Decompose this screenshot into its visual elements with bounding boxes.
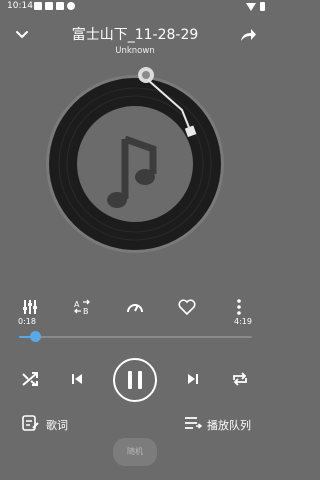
equalizer-icon[interactable] — [20, 298, 40, 316]
previous-icon[interactable] — [67, 370, 87, 388]
translate-icon[interactable]: A B — [72, 298, 92, 316]
system-icons — [246, 2, 265, 11]
lyrics-button-label[interactable]: 歌词 — [46, 417, 68, 433]
status-bar: 10:14 — [0, 0, 270, 14]
queue-icon[interactable] — [183, 414, 203, 432]
play-pause-button[interactable] — [113, 358, 157, 402]
more-vertical-icon[interactable] — [229, 298, 249, 316]
notification-icons — [34, 2, 75, 10]
app-icon — [45, 2, 53, 10]
chevron-down-icon[interactable] — [12, 26, 32, 44]
elapsed-time: 0:18 — [18, 317, 36, 326]
tonearm — [138, 67, 197, 138]
total-duration: 4:19 — [234, 317, 252, 326]
status-time: 10:14 — [7, 1, 33, 11]
seek-bar-track[interactable] — [19, 336, 252, 338]
pause-icon — [128, 371, 142, 389]
speed-icon[interactable] — [125, 298, 145, 316]
queue-button-label[interactable]: 播放队列 — [207, 417, 251, 433]
lyrics-icon[interactable] — [20, 414, 40, 432]
artist-name: Unknown — [115, 46, 155, 56]
cat-icon — [56, 2, 64, 10]
shuffle-icon[interactable] — [20, 370, 40, 388]
repeat-icon[interactable] — [230, 370, 250, 388]
seek-bar-thumb[interactable] — [29, 331, 41, 342]
favorite-heart-icon[interactable] — [177, 298, 197, 316]
song-title: 富士山下_11-28-29 — [71, 27, 199, 43]
next-icon[interactable] — [183, 370, 203, 388]
svg-text:B: B — [83, 307, 89, 316]
battery-icon — [260, 2, 265, 11]
wifi-icon — [246, 2, 256, 11]
bottom-pill-button[interactable]: 随机 — [113, 438, 157, 466]
image-icon — [34, 2, 42, 10]
record-icon — [67, 2, 75, 10]
share-icon[interactable] — [238, 26, 258, 44]
svg-text:A: A — [74, 300, 80, 309]
